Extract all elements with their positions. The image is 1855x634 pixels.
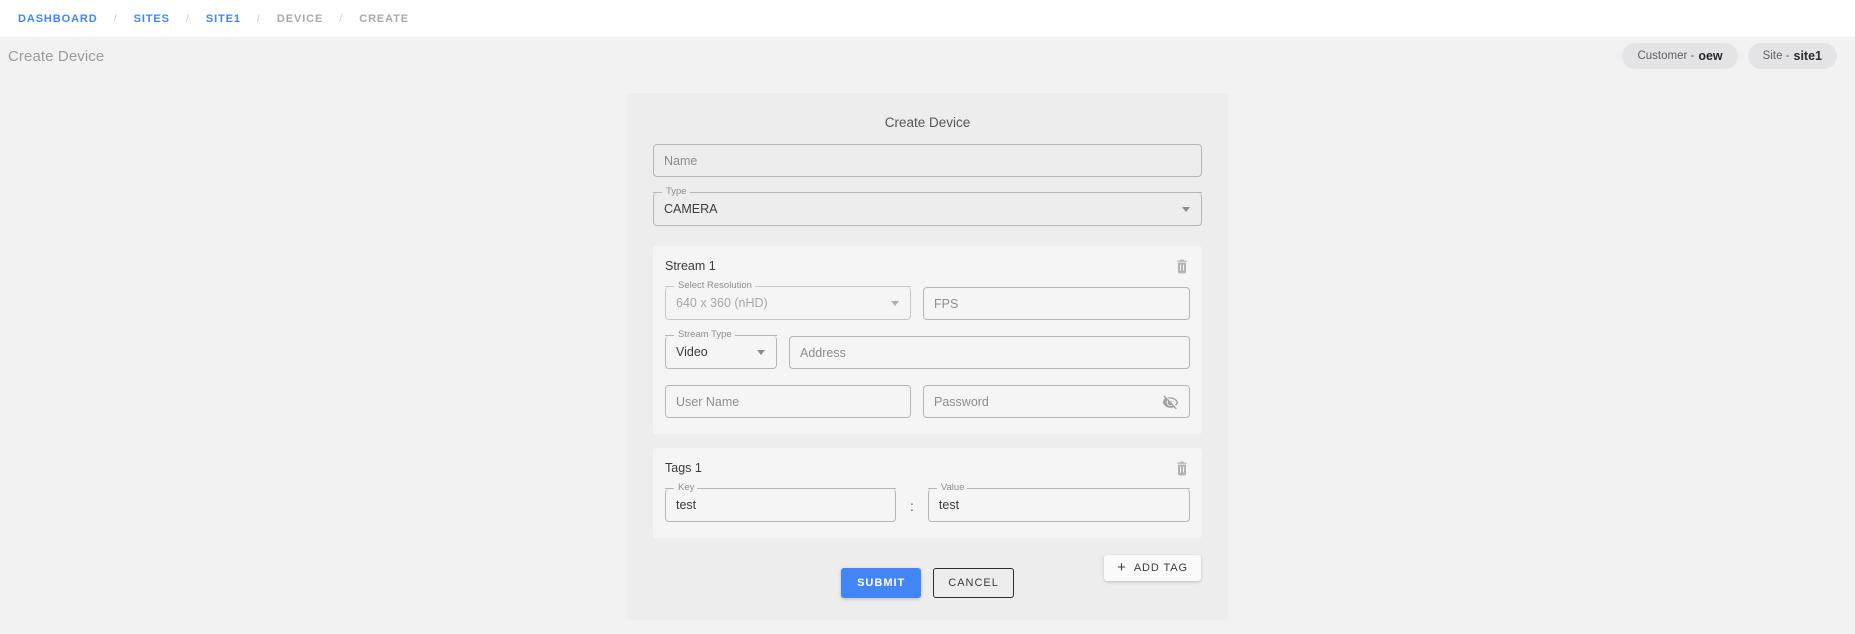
tag-key-label: Key bbox=[675, 483, 697, 493]
delete-stream-icon[interactable] bbox=[1174, 257, 1190, 275]
type-select[interactable]: Type CAMERA bbox=[653, 193, 1202, 226]
add-tag-label: ADD TAG bbox=[1134, 562, 1188, 574]
breadcrumb-separator: / bbox=[251, 13, 267, 25]
customer-chip-value: oew bbox=[1698, 49, 1722, 63]
tags-panel: Tags 1 Key test : Value test bbox=[653, 448, 1202, 538]
tags-panel-title: Tags 1 bbox=[665, 461, 702, 475]
stream-type-select-value: Video bbox=[676, 345, 708, 359]
chevron-down-icon bbox=[1182, 207, 1190, 212]
visibility-off-icon[interactable] bbox=[1162, 394, 1179, 411]
chevron-down-icon bbox=[891, 301, 899, 306]
site-chip-value: site1 bbox=[1794, 49, 1823, 63]
credentials-row: User Name Password bbox=[665, 385, 1190, 418]
password-input[interactable]: Password bbox=[923, 385, 1190, 418]
breadcrumb-item-sites[interactable]: SITES bbox=[124, 13, 180, 25]
username-input-placeholder: User Name bbox=[676, 395, 739, 409]
tag-value-label: Value bbox=[938, 483, 968, 493]
customer-chip-label: Customer - bbox=[1637, 50, 1694, 62]
stream-panel: Stream 1 Select Resolution 640 x 360 (nH… bbox=[653, 246, 1202, 434]
address-input-wrap: Address bbox=[789, 336, 1190, 369]
tag-value-input[interactable]: Value test bbox=[928, 489, 1190, 522]
password-input-placeholder: Password bbox=[934, 395, 989, 409]
address-input[interactable]: Address bbox=[789, 336, 1190, 369]
breadcrumb: DASHBOARD / SITES / SITE1 / DEVICE / CRE… bbox=[0, 0, 1855, 37]
site-chip-label: Site - bbox=[1763, 50, 1790, 62]
type-select-wrap: Type CAMERA bbox=[653, 193, 1202, 226]
resolution-select[interactable]: Select Resolution 640 x 360 (nHD) bbox=[665, 287, 911, 320]
create-device-card: Create Device Name Type CAMERA Stream 1 bbox=[627, 93, 1228, 620]
page-header: Create Device Customer - oew Site - site… bbox=[0, 37, 1855, 75]
tag-separator: : bbox=[908, 498, 916, 514]
breadcrumb-separator: / bbox=[180, 13, 196, 25]
tag-value-value: test bbox=[939, 498, 959, 512]
address-input-placeholder: Address bbox=[800, 346, 846, 360]
breadcrumb-separator: / bbox=[333, 13, 349, 25]
stream-type-select-label: Stream Type bbox=[675, 330, 735, 340]
stream-panel-title: Stream 1 bbox=[665, 259, 716, 273]
type-select-label: Type bbox=[663, 187, 690, 197]
customer-chip[interactable]: Customer - oew bbox=[1622, 43, 1737, 69]
resolution-select-value: 640 x 360 (nHD) bbox=[676, 296, 768, 310]
stream-panel-header: Stream 1 bbox=[665, 257, 1190, 275]
tag-key-value: test bbox=[676, 498, 696, 512]
tag-keyvalue-row: Key test : Value test bbox=[665, 489, 1190, 522]
fps-input[interactable]: FPS bbox=[923, 287, 1190, 320]
tag-value-wrap: Value test bbox=[928, 489, 1190, 522]
stream-type-select-wrap: Stream Type Video bbox=[665, 336, 777, 369]
password-input-wrap: Password bbox=[923, 385, 1190, 418]
fps-input-placeholder: FPS bbox=[934, 297, 958, 311]
name-input[interactable]: Name bbox=[653, 144, 1202, 177]
fps-input-wrap: FPS bbox=[923, 287, 1190, 320]
breadcrumb-item-device[interactable]: DEVICE bbox=[267, 13, 333, 25]
username-input-wrap: User Name bbox=[665, 385, 911, 418]
cancel-button[interactable]: CANCEL bbox=[933, 568, 1014, 598]
add-tag-button[interactable]: + ADD TAG bbox=[1104, 555, 1201, 581]
plus-icon: + bbox=[1117, 563, 1127, 573]
card-title: Create Device bbox=[627, 93, 1228, 130]
username-input[interactable]: User Name bbox=[665, 385, 911, 418]
tag-key-input[interactable]: Key test bbox=[665, 489, 896, 522]
tags-panel-header: Tags 1 bbox=[665, 459, 1190, 477]
resolution-select-wrap: Select Resolution 640 x 360 (nHD) bbox=[665, 287, 911, 320]
breadcrumb-item-create[interactable]: CREATE bbox=[349, 13, 419, 25]
breadcrumb-item-dashboard[interactable]: DASHBOARD bbox=[8, 13, 108, 25]
page-title: Create Device bbox=[8, 48, 104, 65]
breadcrumb-item-site1[interactable]: SITE1 bbox=[196, 13, 251, 25]
submit-button[interactable]: SUBMIT bbox=[841, 568, 921, 598]
breadcrumb-separator: / bbox=[108, 13, 124, 25]
name-input-placeholder: Name bbox=[664, 154, 697, 168]
chevron-down-icon bbox=[757, 350, 765, 355]
delete-tag-icon[interactable] bbox=[1174, 459, 1190, 477]
streamtype-address-row: Stream Type Video Address bbox=[665, 336, 1190, 369]
create-device-form: Name Type CAMERA Stream 1 Select Resol bbox=[627, 130, 1228, 598]
resolution-select-label: Select Resolution bbox=[675, 281, 755, 291]
context-chips: Customer - oew Site - site1 bbox=[1622, 43, 1837, 69]
site-chip[interactable]: Site - site1 bbox=[1748, 43, 1837, 69]
resolution-fps-row: Select Resolution 640 x 360 (nHD) FPS bbox=[665, 287, 1190, 320]
stream-type-select[interactable]: Stream Type Video bbox=[665, 336, 777, 369]
tag-key-wrap: Key test bbox=[665, 489, 896, 522]
type-select-value: CAMERA bbox=[664, 202, 717, 216]
